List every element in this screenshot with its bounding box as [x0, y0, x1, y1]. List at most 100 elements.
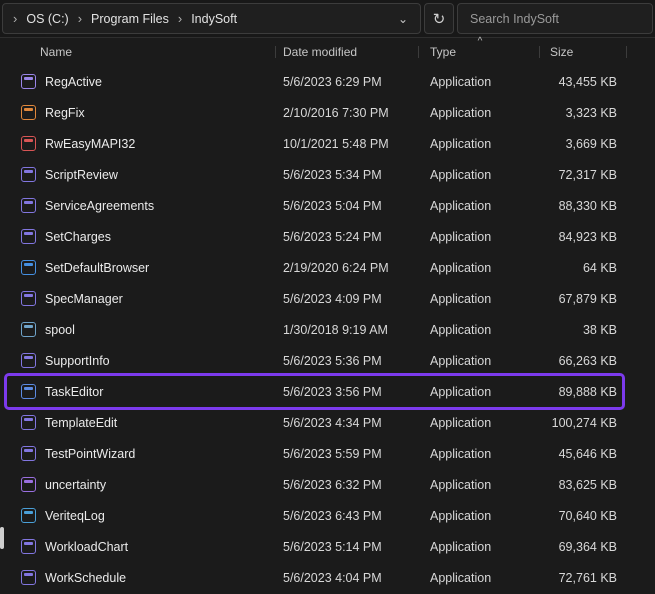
file-row[interactable]: SupportInfo 5/6/2023 5:36 PM Application…: [0, 345, 655, 376]
file-row[interactable]: SpecManager 5/6/2023 4:09 PM Application…: [0, 283, 655, 314]
address-bar[interactable]: › OS (C:) › Program Files › IndySoft ⌄: [2, 3, 421, 34]
name-cell: ServiceAgreements: [0, 198, 276, 213]
file-type: Application: [419, 261, 540, 275]
app-icon: [21, 477, 36, 492]
name-cell: SpecManager: [0, 291, 276, 306]
column-header-name[interactable]: Name: [0, 38, 276, 66]
file-row[interactable]: WorkloadChart 5/6/2023 5:14 PM Applicati…: [0, 531, 655, 562]
refresh-button[interactable]: ↻: [424, 3, 454, 34]
file-size: 67,879 KB: [540, 292, 627, 306]
name-cell: RegFix: [0, 105, 276, 120]
file-row[interactable]: SetCharges 5/6/2023 5:24 PM Application …: [0, 221, 655, 252]
app-icon: [21, 353, 36, 368]
date-modified: 5/6/2023 3:56 PM: [276, 385, 419, 399]
file-size: 72,761 KB: [540, 571, 627, 585]
app-icon: [21, 167, 36, 182]
file-name: RegActive: [45, 75, 102, 89]
app-icon: [21, 136, 36, 151]
file-name: TaskEditor: [45, 385, 103, 399]
left-pane-scrollbar-thumb[interactable]: [0, 527, 4, 549]
file-row[interactable]: uncertainty 5/6/2023 6:32 PM Application…: [0, 469, 655, 500]
app-icon: [21, 291, 36, 306]
file-type: Application: [419, 75, 540, 89]
date-modified: 2/19/2020 6:24 PM: [276, 261, 419, 275]
app-icon: [21, 322, 36, 337]
name-cell: WorkSchedule: [0, 570, 276, 585]
breadcrumb-drive[interactable]: OS (C:): [21, 10, 73, 28]
file-size: 64 KB: [540, 261, 627, 275]
name-cell: uncertainty: [0, 477, 276, 492]
date-modified: 5/6/2023 4:09 PM: [276, 292, 419, 306]
file-row[interactable]: ScriptReview 5/6/2023 5:34 PM Applicatio…: [0, 159, 655, 190]
breadcrumb-indysoft[interactable]: IndySoft: [186, 10, 242, 28]
name-cell: TaskEditor: [0, 384, 276, 399]
app-icon: [21, 198, 36, 213]
file-row[interactable]: ServiceAgreements 5/6/2023 5:04 PM Appli…: [0, 190, 655, 221]
file-type: Application: [419, 354, 540, 368]
app-icon: [21, 260, 36, 275]
name-cell: TestPointWizard: [0, 446, 276, 461]
file-name: SetDefaultBrowser: [45, 261, 149, 275]
file-size: 38 KB: [540, 323, 627, 337]
file-size: 66,263 KB: [540, 354, 627, 368]
breadcrumb-chevron-icon: ›: [174, 11, 186, 26]
file-size: 83,625 KB: [540, 478, 627, 492]
file-name: TestPointWizard: [45, 447, 135, 461]
file-row[interactable]: WorkSchedule 5/6/2023 4:04 PM Applicatio…: [0, 562, 655, 593]
date-modified: 2/10/2016 7:30 PM: [276, 106, 419, 120]
app-icon: [21, 384, 36, 399]
file-name: RwEasyMAPI32: [45, 137, 135, 151]
breadcrumb-program-files[interactable]: Program Files: [86, 10, 174, 28]
column-header-size[interactable]: Size: [540, 38, 627, 66]
address-dropdown-icon[interactable]: ⌄: [392, 12, 414, 26]
file-list: RegActive 5/6/2023 6:29 PM Application 4…: [0, 66, 655, 593]
file-size: 43,455 KB: [540, 75, 627, 89]
file-name: VeriteqLog: [45, 509, 105, 523]
file-size: 45,646 KB: [540, 447, 627, 461]
column-header-date-modified[interactable]: Date modified: [276, 38, 419, 66]
name-cell: RegActive: [0, 74, 276, 89]
file-type: Application: [419, 416, 540, 430]
app-icon: [21, 74, 36, 89]
file-size: 100,274 KB: [540, 416, 627, 430]
name-cell: ScriptReview: [0, 167, 276, 182]
file-size: 70,640 KB: [540, 509, 627, 523]
file-row[interactable]: VeriteqLog 5/6/2023 6:43 PM Application …: [0, 500, 655, 531]
file-type: Application: [419, 292, 540, 306]
file-size: 3,669 KB: [540, 137, 627, 151]
file-row[interactable]: RegFix 2/10/2016 7:30 PM Application 3,3…: [0, 97, 655, 128]
date-modified: 5/6/2023 5:04 PM: [276, 199, 419, 213]
file-size: 69,364 KB: [540, 540, 627, 554]
file-row[interactable]: RwEasyMAPI32 10/1/2021 5:48 PM Applicati…: [0, 128, 655, 159]
date-modified: 10/1/2021 5:48 PM: [276, 137, 419, 151]
file-name: uncertainty: [45, 478, 106, 492]
column-headers: Name Date modified Type Size ^: [0, 38, 655, 66]
file-name: ScriptReview: [45, 168, 118, 182]
file-row[interactable]: TemplateEdit 5/6/2023 4:34 PM Applicatio…: [0, 407, 655, 438]
name-cell: SupportInfo: [0, 353, 276, 368]
file-type: Application: [419, 168, 540, 182]
app-icon: [21, 539, 36, 554]
file-type: Application: [419, 478, 540, 492]
date-modified: 5/6/2023 6:43 PM: [276, 509, 419, 523]
sort-ascending-icon: ^: [473, 37, 487, 47]
file-row[interactable]: TaskEditor 5/6/2023 3:56 PM Application …: [0, 376, 655, 407]
file-size: 72,317 KB: [540, 168, 627, 182]
file-row[interactable]: SetDefaultBrowser 2/19/2020 6:24 PM Appl…: [0, 252, 655, 283]
app-icon: [21, 105, 36, 120]
search-input[interactable]: [468, 11, 642, 27]
file-name: SetCharges: [45, 230, 111, 244]
file-row[interactable]: TestPointWizard 5/6/2023 5:59 PM Applica…: [0, 438, 655, 469]
file-name: SupportInfo: [45, 354, 110, 368]
search-box[interactable]: [457, 3, 653, 34]
file-size: 89,888 KB: [540, 385, 627, 399]
name-cell: VeriteqLog: [0, 508, 276, 523]
file-row[interactable]: RegActive 5/6/2023 6:29 PM Application 4…: [0, 66, 655, 97]
file-type: Application: [419, 199, 540, 213]
file-row[interactable]: spool 1/30/2018 9:19 AM Application 38 K…: [0, 314, 655, 345]
file-size: 88,330 KB: [540, 199, 627, 213]
date-modified: 5/6/2023 5:14 PM: [276, 540, 419, 554]
file-name: WorkloadChart: [45, 540, 128, 554]
file-size: 84,923 KB: [540, 230, 627, 244]
file-type: Application: [419, 385, 540, 399]
